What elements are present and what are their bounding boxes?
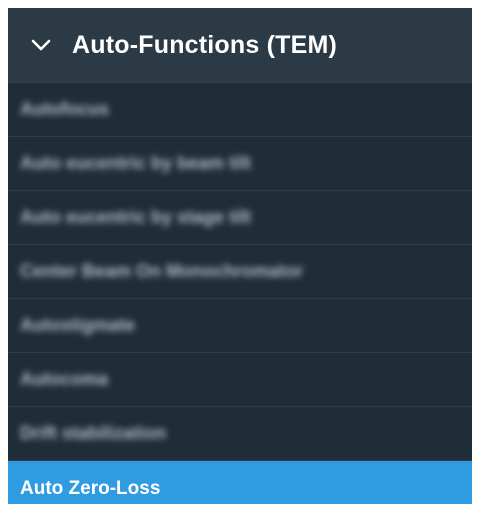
list-item-label: Auto eucentric by stage tilt bbox=[20, 207, 252, 227]
list-item[interactable]: Center Beam On Monochromator bbox=[8, 245, 472, 299]
list-item[interactable]: Auto eucentric by stage tilt bbox=[8, 191, 472, 245]
auto-functions-panel: Auto-Functions (TEM) Autofocus Auto euce… bbox=[8, 8, 472, 504]
list-item-label: Center Beam On Monochromator bbox=[20, 261, 304, 281]
list-item-selected[interactable]: Auto Zero-Loss bbox=[8, 461, 472, 504]
list-item[interactable]: Autofocus bbox=[8, 83, 472, 137]
list-item-label: Autostigmate bbox=[20, 315, 136, 335]
list-item-label: Auto eucentric by beam tilt bbox=[20, 153, 252, 173]
section-title: Auto-Functions (TEM) bbox=[72, 30, 338, 59]
function-list: Autofocus Auto eucentric by beam tilt Au… bbox=[8, 83, 472, 504]
section-header[interactable]: Auto-Functions (TEM) bbox=[8, 8, 472, 83]
list-item[interactable]: Drift stabilization bbox=[8, 407, 472, 461]
list-item-label: Drift stabilization bbox=[20, 423, 167, 443]
list-item[interactable]: Autostigmate bbox=[8, 299, 472, 353]
list-item[interactable]: Auto eucentric by beam tilt bbox=[8, 137, 472, 191]
list-item[interactable]: Autocoma bbox=[8, 353, 472, 407]
chevron-down-icon[interactable] bbox=[30, 34, 52, 56]
list-item-label: Autofocus bbox=[20, 99, 109, 119]
list-item-label: Autocoma bbox=[20, 369, 109, 389]
list-item-label: Auto Zero-Loss bbox=[20, 478, 161, 499]
